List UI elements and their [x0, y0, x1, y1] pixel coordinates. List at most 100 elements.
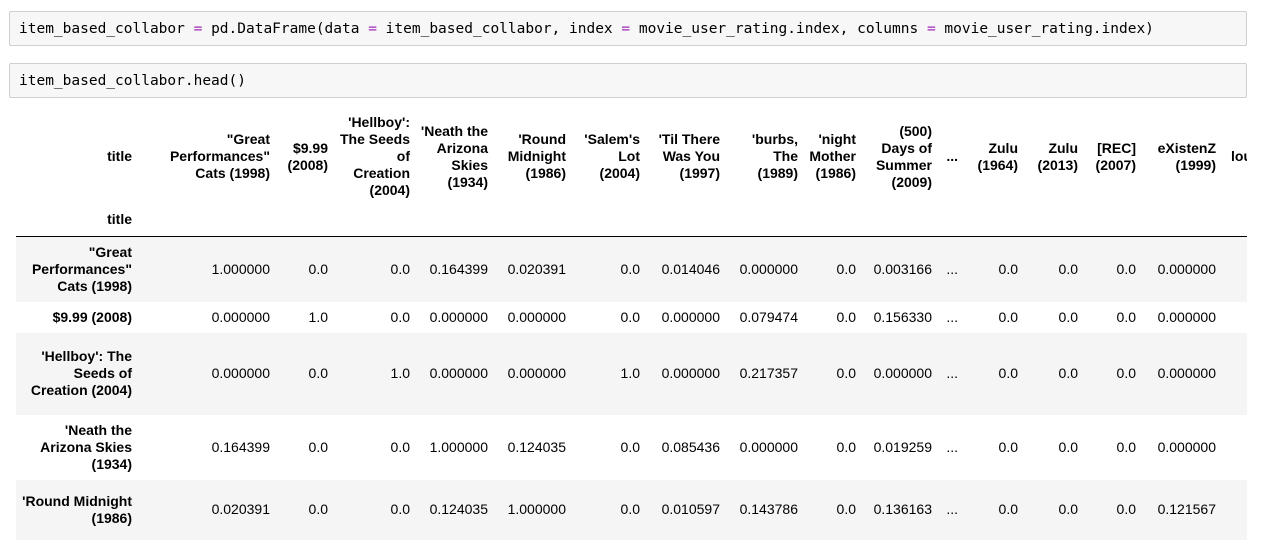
column-header-blank: [726, 203, 804, 237]
table-cell: 0.0: [1116, 365, 1136, 381]
table-cell: ...: [946, 260, 958, 277]
table-cell: 1.0: [390, 365, 410, 381]
column-header: 'Til There Was You (1997): [658, 131, 720, 181]
column-header: 'Salem's Lot (2004): [584, 131, 640, 181]
table-cell: 0.0: [1058, 365, 1078, 381]
table-cell: 0.019259: [873, 438, 932, 455]
row-label: 'Hellboy': The Seeds of Creation (2004): [30, 348, 132, 398]
table-cell: 0.0: [998, 438, 1018, 455]
columns-name-header: title: [107, 148, 132, 164]
table-cell: 0.0: [836, 260, 856, 277]
code-cell-head[interactable]: item_based_collabor.head(): [9, 63, 1247, 98]
table-cell: 0.0: [998, 365, 1018, 381]
row-label: 'Neath the Arizona Skies (1934): [40, 421, 132, 472]
table-cell: 0.000000: [661, 308, 720, 325]
table-cell: 0.124035: [429, 501, 488, 517]
table-cell: 0.0: [1116, 260, 1136, 277]
column-header: 'Hellboy': The Seeds of Creation (2004): [339, 114, 410, 198]
table-cell: 1.0: [620, 365, 640, 381]
column-header-blank: [1084, 203, 1142, 237]
table-cell-overflow: [1222, 237, 1247, 302]
table-cell: 0.0: [836, 501, 856, 517]
table-cell: 0.164399: [211, 438, 270, 455]
table-cell: 0.000000: [507, 365, 566, 381]
table-cell-overflow: [1222, 333, 1247, 415]
table-cell: 0.000000: [1157, 365, 1216, 381]
column-header: $9.99 (2008): [287, 139, 328, 173]
table-cell: 0.000000: [873, 365, 932, 381]
column-header: 'Round Midnight (1986): [507, 131, 566, 181]
table-row: $9.99 (2008) 0.000000 1.0 0.0 0.000000 0.0000…: [16, 301, 1247, 333]
table-cell: 0.0: [1058, 438, 1078, 455]
table-cell: 0.121567: [1157, 501, 1216, 517]
table-cell: 0.0: [308, 260, 328, 277]
table-cell: 0.079474: [739, 308, 798, 325]
table-cell: 0.085436: [661, 438, 720, 455]
index-name-header: title: [107, 211, 132, 227]
column-header: "Great Performances" Cats (1998): [169, 131, 270, 181]
table-cell: 0.156330: [873, 308, 932, 325]
table-cell: ...: [946, 438, 958, 455]
column-header: lou: [1231, 148, 1247, 164]
table-cell: 0.020391: [507, 260, 566, 277]
table-cell-overflow: [1222, 302, 1247, 333]
column-header: Zulu (2013): [1037, 139, 1078, 173]
table-cell: 0.000000: [211, 308, 270, 325]
table-cell: 0.0: [836, 365, 856, 381]
table-cell: 0.000000: [1157, 438, 1216, 455]
column-header-blank: [964, 203, 1024, 237]
column-header-blank: [276, 203, 334, 237]
table-cell: 0.000000: [429, 308, 488, 325]
table-cell: ...: [946, 501, 958, 517]
dataframe-table: title "Great Performances" Cats (1998) $9.…: [16, 110, 1247, 540]
table-cell: 1.0: [308, 308, 328, 325]
table-cell-overflow: [1222, 415, 1247, 480]
column-header: 'burbs, The (1989): [751, 131, 798, 181]
table-cell: 0.0: [1058, 501, 1078, 517]
table-cell: 0.0: [620, 438, 640, 455]
column-header-blank: [416, 203, 494, 237]
table-cell: 0.0: [620, 308, 640, 325]
column-header: Zulu (1964): [977, 139, 1018, 173]
table-cell: 0.0: [308, 365, 328, 381]
column-header: eXistenZ (1999): [1157, 139, 1216, 173]
table-cell: 0.0: [1116, 438, 1136, 455]
table-cell: 0.000000: [661, 365, 720, 381]
table-cell: 0.0: [836, 308, 856, 325]
row-label: 'Round Midnight (1986): [22, 492, 132, 526]
column-header-blank: [1024, 203, 1084, 237]
dataframe-output: title "Great Performances" Cats (1998) $9.…: [16, 110, 1247, 541]
column-header-blank: [646, 203, 726, 237]
table-cell: 0.0: [836, 438, 856, 455]
column-header: ...: [946, 148, 958, 164]
column-header-blank: [862, 203, 938, 237]
table-cell: 0.164399: [429, 260, 488, 277]
table-cell: 0.0: [1058, 260, 1078, 277]
table-cell: 0.0: [390, 438, 410, 455]
code-cell-dataframe[interactable]: item_based_collabor = pd.DataFrame(data …: [9, 11, 1247, 46]
table-cell: 0.0: [998, 260, 1018, 277]
table-cell: ...: [946, 308, 958, 325]
column-header-blank: [1142, 203, 1222, 237]
column-header-blank: [1222, 203, 1247, 237]
table-cell: 0.136163: [873, 501, 932, 517]
table-cell: 0.014046: [661, 260, 720, 277]
table-row: 'Hellboy': The Seeds of Creation (2004) 0…: [16, 332, 1247, 415]
column-header: (500) Days of Summer (2009): [875, 122, 932, 190]
table-row: 'Round Midnight (1986) 0.020391 0.0 0.0 0.12…: [16, 479, 1247, 540]
table-cell: 0.000000: [739, 260, 798, 277]
column-header: 'Neath the Arizona Skies (1934): [420, 122, 488, 190]
table-row: 'Neath the Arizona Skies (1934) 0.164399 0…: [16, 414, 1247, 480]
table-cell: 0.000000: [211, 365, 270, 381]
table-cell: 0.0: [308, 501, 328, 517]
table-cell: 0.0: [620, 260, 640, 277]
column-header-blank: [938, 203, 964, 237]
table-cell: 0.0: [390, 308, 410, 325]
table-cell: 0.000000: [739, 438, 798, 455]
table-cell: 0.020391: [211, 501, 270, 517]
table-cell-overflow: [1222, 480, 1247, 540]
table-cell: 0.0: [390, 260, 410, 277]
code-text: item_based_collabor.head(): [19, 72, 246, 89]
table-row: "Great Performances" Cats (1998) 1.000000…: [16, 236, 1247, 302]
code-text: item_based_collabor = pd.DataFrame(data …: [19, 20, 1154, 37]
